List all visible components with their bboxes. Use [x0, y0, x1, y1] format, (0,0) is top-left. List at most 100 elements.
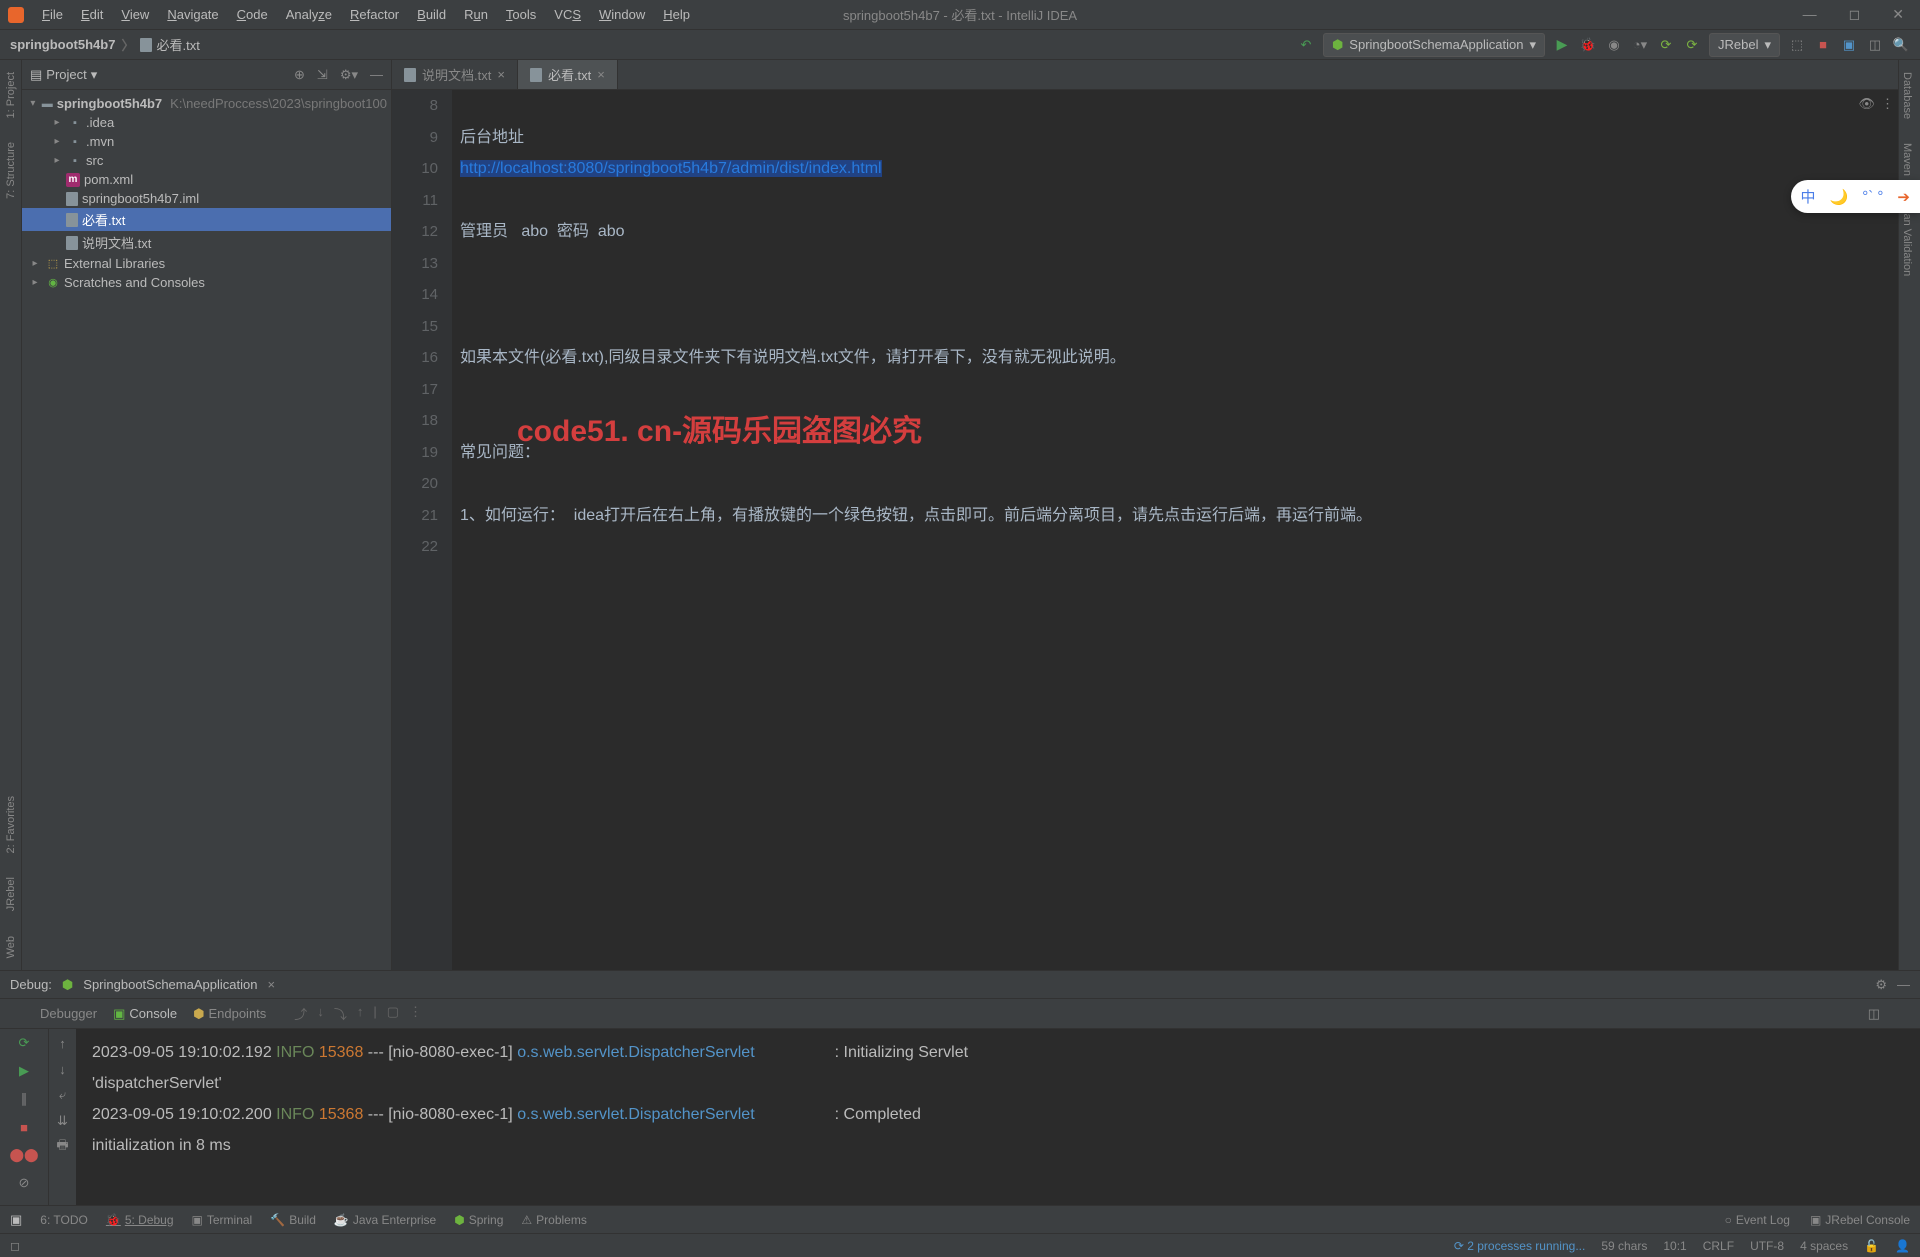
rail-favorites[interactable]: 2: Favorites: [3, 784, 19, 865]
tab-todo[interactable]: 6: TODO: [40, 1213, 88, 1227]
menu-window[interactable]: Window: [591, 3, 653, 26]
step-icon[interactable]: ⤴: [294, 1004, 307, 1023]
tab-terminal[interactable]: ▣ Terminal: [192, 1213, 253, 1227]
locate-icon[interactable]: ⊕: [294, 67, 305, 83]
maximize-button[interactable]: ◻: [1841, 4, 1869, 25]
tab-problems[interactable]: ⚠ Problems: [521, 1213, 586, 1227]
resume-button[interactable]: ▶: [14, 1061, 34, 1081]
stop-button[interactable]: ■: [1814, 36, 1832, 54]
menu-refactor[interactable]: Refactor: [342, 3, 407, 26]
endpoints-tab[interactable]: ⬢ Endpoints: [193, 1006, 266, 1022]
layout-icon[interactable]: ◫: [1868, 1006, 1880, 1022]
tab-spring[interactable]: ⬢ Spring: [454, 1213, 503, 1227]
up-icon[interactable]: ↑: [53, 1033, 73, 1053]
menu-file[interactable]: File: [34, 3, 71, 26]
rerun-button[interactable]: ⟳: [14, 1033, 34, 1053]
ime-widget[interactable]: 中 🌙 °` ° ➔: [1791, 180, 1920, 213]
debugger-tab[interactable]: Debugger: [40, 1006, 97, 1021]
rail-jrebel[interactable]: JRebel: [3, 865, 19, 923]
close-icon[interactable]: ×: [267, 977, 275, 992]
menu-build[interactable]: Build: [409, 3, 454, 26]
jrebel-debug-icon[interactable]: ⟳: [1683, 36, 1701, 54]
expand-arrow[interactable]: ▾: [28, 98, 38, 109]
expand-icon[interactable]: ⇲: [317, 67, 328, 83]
mute-button[interactable]: ⊘: [14, 1173, 34, 1193]
attach-icon[interactable]: ⬚: [1788, 36, 1806, 54]
settings-icon[interactable]: ⚙▾: [340, 67, 358, 83]
tree-folder-idea[interactable]: ▸▪ .idea: [22, 113, 391, 132]
minimize-button[interactable]: —: [1795, 4, 1825, 25]
step-over-icon[interactable]: ↓: [317, 1004, 324, 1023]
tree-file-pom[interactable]: m pom.xml: [22, 170, 391, 189]
run-button[interactable]: ▶: [1553, 36, 1571, 54]
close-icon[interactable]: ×: [497, 67, 505, 82]
jrebel-run-icon[interactable]: ⟳: [1657, 36, 1675, 54]
menu-analyze[interactable]: Analyze: [278, 3, 340, 26]
breadcrumb-file[interactable]: 必看.txt: [140, 35, 199, 54]
close-icon[interactable]: ×: [597, 67, 605, 82]
tab-debug[interactable]: 🐞 5: Debug: [106, 1213, 174, 1227]
breadcrumb-project[interactable]: springboot5h4b7: [10, 37, 115, 52]
debug-button[interactable]: 🐞: [1579, 36, 1597, 54]
rail-web[interactable]: Web: [3, 924, 19, 970]
menu-code[interactable]: Code: [229, 3, 276, 26]
breakpoints-button[interactable]: ⬤⬤: [14, 1145, 34, 1165]
menu-tools[interactable]: Tools: [498, 3, 544, 26]
console-tab[interactable]: ▣ Console: [113, 1006, 177, 1022]
hide-icon[interactable]: —: [1897, 977, 1910, 993]
menu-help[interactable]: Help: [655, 3, 698, 26]
layout-icon[interactable]: ◫: [1866, 36, 1884, 54]
back-icon[interactable]: ↶: [1297, 36, 1315, 54]
coverage-button[interactable]: ◉: [1605, 36, 1623, 54]
pause-button[interactable]: ∥: [14, 1089, 34, 1109]
tree-folder-src[interactable]: ▸▪ src: [22, 151, 391, 170]
print-icon[interactable]: 🖶: [53, 1137, 73, 1157]
tree-file-bikan[interactable]: 必看.txt: [22, 208, 391, 231]
event-log[interactable]: ○ Event Log: [1725, 1213, 1790, 1227]
update-icon[interactable]: ▣: [1840, 36, 1858, 54]
step-into-icon[interactable]: ⤵: [334, 1004, 347, 1023]
run-config-selector[interactable]: ⬢ SpringbootSchemaApplication ▾: [1323, 33, 1545, 57]
editor-body[interactable]: 8910111213141516171819202122 后台地址http://…: [392, 90, 1898, 970]
console-output[interactable]: 2023-09-05 19:10:02.192 INFO 15368 --- […: [76, 1029, 1920, 1205]
status-processes[interactable]: ⟳ 2 processes running...: [1454, 1239, 1585, 1253]
tab-build[interactable]: 🔨 Build: [270, 1213, 316, 1227]
tree-external-libs[interactable]: ▸⬚ External Libraries: [22, 254, 391, 273]
tool-window-icon[interactable]: ▣: [10, 1212, 22, 1228]
hide-icon[interactable]: —: [370, 67, 383, 83]
close-button[interactable]: ✕: [1884, 4, 1912, 25]
inspect-icon[interactable]: 👤: [1895, 1239, 1910, 1253]
menu-run[interactable]: Run: [456, 3, 496, 26]
tab-javaee[interactable]: ☕ Java Enterprise: [334, 1213, 436, 1227]
lock-icon[interactable]: 🔓: [1864, 1239, 1879, 1253]
status-enc[interactable]: UTF-8: [1750, 1239, 1784, 1253]
rail-database[interactable]: Database: [1899, 60, 1915, 131]
more-icon[interactable]: ⋮: [409, 1004, 422, 1023]
jrebel-selector[interactable]: JRebel ▾: [1709, 33, 1780, 57]
status-icon[interactable]: ◻: [10, 1239, 20, 1253]
menu-edit[interactable]: Edit: [73, 3, 111, 26]
profile-button[interactable]: ◔▾: [1631, 36, 1649, 54]
down-icon[interactable]: ↓: [53, 1059, 73, 1079]
tree-folder-mvn[interactable]: ▸▪ .mvn: [22, 132, 391, 151]
jrebel-console[interactable]: ▣ JRebel Console: [1810, 1213, 1910, 1227]
status-le[interactable]: CRLF: [1703, 1239, 1734, 1253]
settings-icon[interactable]: ⚙: [1875, 977, 1887, 993]
eval-icon[interactable]: ▢: [387, 1004, 399, 1023]
rail-project[interactable]: 1: Project: [3, 60, 19, 130]
status-pos[interactable]: 10:1: [1663, 1239, 1686, 1253]
menu-vcs[interactable]: VCS: [546, 3, 589, 26]
rail-structure[interactable]: 7: Structure: [3, 130, 19, 211]
arrow-right-icon[interactable]: ➔: [1897, 188, 1910, 206]
tab-doc[interactable]: 说明文档.txt ×: [392, 60, 518, 89]
tree-file-doc[interactable]: 说明文档.txt: [22, 231, 391, 254]
tab-bikan[interactable]: 必看.txt ×: [518, 60, 618, 89]
reader-icon[interactable]: ⋮: [1881, 96, 1894, 112]
tree-root[interactable]: ▾ ▬ springboot5h4b7 K:\needProccess\2023…: [22, 94, 391, 113]
search-icon[interactable]: 🔍: [1892, 36, 1910, 54]
tree-file-iml[interactable]: springboot5h4b7.iml: [22, 189, 391, 208]
code-content[interactable]: 后台地址http://localhost:8080/springboot5h4b…: [452, 90, 1898, 970]
panel-title[interactable]: ▤ Project ▾: [30, 67, 97, 83]
inspect-icon[interactable]: 👁: [1858, 96, 1875, 112]
scroll-icon[interactable]: ⇊: [53, 1111, 73, 1131]
